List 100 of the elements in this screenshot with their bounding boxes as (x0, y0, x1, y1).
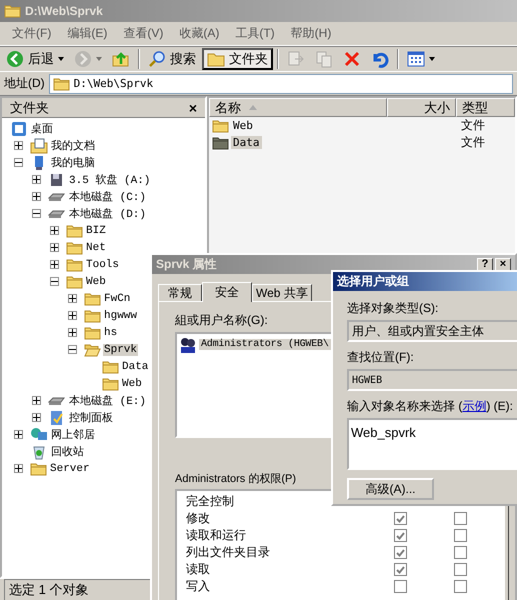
checkbox[interactable] (394, 563, 407, 576)
expand-icon[interactable] (50, 226, 59, 235)
open-folder-icon (84, 342, 101, 356)
checkbox[interactable] (454, 512, 467, 525)
tree-item[interactable]: Data (121, 360, 150, 372)
tree-item[interactable]: 网上邻居 (50, 427, 96, 442)
desktop-icon (10, 120, 28, 136)
permission-name: 列出文件夹目录 (186, 544, 270, 561)
help-button[interactable]: ? (477, 258, 493, 272)
tree-item[interactable]: 我的文档 (50, 138, 96, 153)
permission-name: 读取 (186, 561, 210, 578)
folder-icon (4, 4, 21, 18)
checkbox[interactable] (454, 546, 467, 559)
folder-icon (66, 258, 83, 272)
caret-icon (96, 57, 102, 61)
location-field: HGWEB (347, 369, 517, 391)
tab[interactable]: Web 共享 (252, 284, 312, 301)
menu-item[interactable]: 收藏(A) (179, 25, 220, 42)
tab[interactable]: 常规 (158, 284, 202, 301)
checkbox[interactable] (394, 546, 407, 559)
toolbar-button[interactable]: 后退 (2, 48, 68, 70)
caret-icon (429, 57, 435, 61)
permission-name: 读取和运行 (186, 527, 246, 544)
expand-icon[interactable] (32, 192, 41, 201)
expand-icon[interactable] (32, 175, 41, 184)
column-header[interactable]: 类型 (456, 98, 515, 117)
tree-item[interactable]: 本地磁盘 (C:) (68, 189, 148, 204)
tree-item[interactable]: Sprvk (103, 344, 138, 356)
tree-item[interactable]: 我的电脑 (50, 155, 96, 170)
expand-icon[interactable] (68, 311, 77, 320)
tree-item[interactable]: 回收站 (50, 444, 85, 459)
expand-icon[interactable] (50, 260, 59, 269)
tree-item[interactable]: 3.5 软盘 (A:) (68, 172, 152, 187)
back-icon (6, 50, 24, 68)
checkbox[interactable] (454, 529, 467, 542)
file-type: 文件 (460, 117, 485, 134)
expand-icon[interactable] (50, 243, 59, 252)
menu-item[interactable]: 查看(V) (123, 25, 164, 42)
folder-icon (66, 274, 83, 288)
tree-item[interactable]: Tools (85, 258, 120, 270)
tree-item[interactable]: hs (103, 326, 118, 338)
names-field[interactable]: Web_spvrk (347, 418, 517, 470)
folder-icon (102, 360, 119, 374)
toolbar-button[interactable]: 文件夹 (202, 48, 273, 70)
expand-icon[interactable] (32, 396, 41, 405)
tree-item[interactable]: 桌面 (30, 121, 54, 136)
close-button[interactable]: × (495, 258, 511, 272)
permission-name: 写入 (186, 578, 210, 595)
expand-icon[interactable] (14, 464, 23, 473)
folder-icon (84, 308, 101, 322)
examples-link[interactable]: 示例 (462, 399, 486, 413)
tree-item[interactable]: 本地磁盘 (E:) (68, 393, 148, 408)
expand-icon[interactable] (14, 141, 23, 150)
collapse-icon[interactable] (50, 277, 59, 286)
menu-item[interactable]: 帮助(H) (290, 25, 332, 42)
menu-item[interactable]: 文件(F) (12, 25, 52, 42)
folder-icon (30, 462, 47, 476)
file-name[interactable]: Data (231, 136, 262, 149)
tree-item[interactable]: BIZ (85, 224, 107, 236)
expand-icon[interactable] (14, 430, 23, 439)
network-icon (30, 426, 48, 442)
tab[interactable]: 安全 (202, 282, 252, 302)
tree-item[interactable]: FwCn (103, 292, 132, 304)
folder-icon (66, 240, 83, 254)
checkbox[interactable] (394, 512, 407, 525)
expand-icon[interactable] (68, 328, 77, 337)
tree-item[interactable]: Net (85, 242, 107, 254)
expand-icon[interactable] (68, 294, 77, 303)
advanced-button[interactable]: 高级(A)... (347, 478, 434, 500)
folder-icon (52, 76, 70, 90)
checkbox[interactable] (394, 529, 407, 542)
collapse-icon[interactable] (68, 345, 77, 354)
checkbox[interactable] (394, 580, 407, 593)
tree-item[interactable]: Web (85, 276, 107, 288)
checkbox[interactable] (454, 563, 467, 576)
tree-item[interactable]: Server (49, 462, 91, 474)
collapse-icon[interactable] (14, 158, 23, 167)
address-field[interactable]: D:\Web\Sprvk (48, 74, 513, 94)
copy-icon (315, 50, 333, 68)
column-header[interactable]: 大小 (387, 98, 456, 117)
permission-name: 修改 (186, 510, 210, 527)
column-header[interactable]: 名称 (209, 98, 387, 117)
menu-item[interactable]: 工具(T) (235, 25, 275, 42)
folder-icon (212, 136, 229, 150)
collapse-icon[interactable] (32, 209, 41, 218)
close-button[interactable]: × (188, 100, 197, 114)
list-item[interactable]: Administrators (HGWEB\ (199, 339, 331, 350)
caret-icon (58, 57, 64, 61)
menu-item[interactable]: 编辑(E) (67, 25, 108, 42)
expand-icon[interactable] (32, 413, 41, 422)
file-name[interactable]: Web (231, 119, 255, 132)
toolbar-button[interactable]: 搜索 (144, 48, 200, 70)
checkbox[interactable] (454, 580, 467, 593)
tree-item[interactable]: Web (121, 378, 143, 390)
tree-item[interactable]: 控制面板 (68, 410, 114, 425)
field-label: 組或用户名称(G): (175, 312, 269, 329)
tree-item[interactable]: hgwww (103, 310, 138, 322)
tree-item[interactable]: 本地磁盘 (D:) (68, 206, 148, 221)
folder-icon (84, 292, 101, 306)
search-icon (148, 50, 166, 68)
